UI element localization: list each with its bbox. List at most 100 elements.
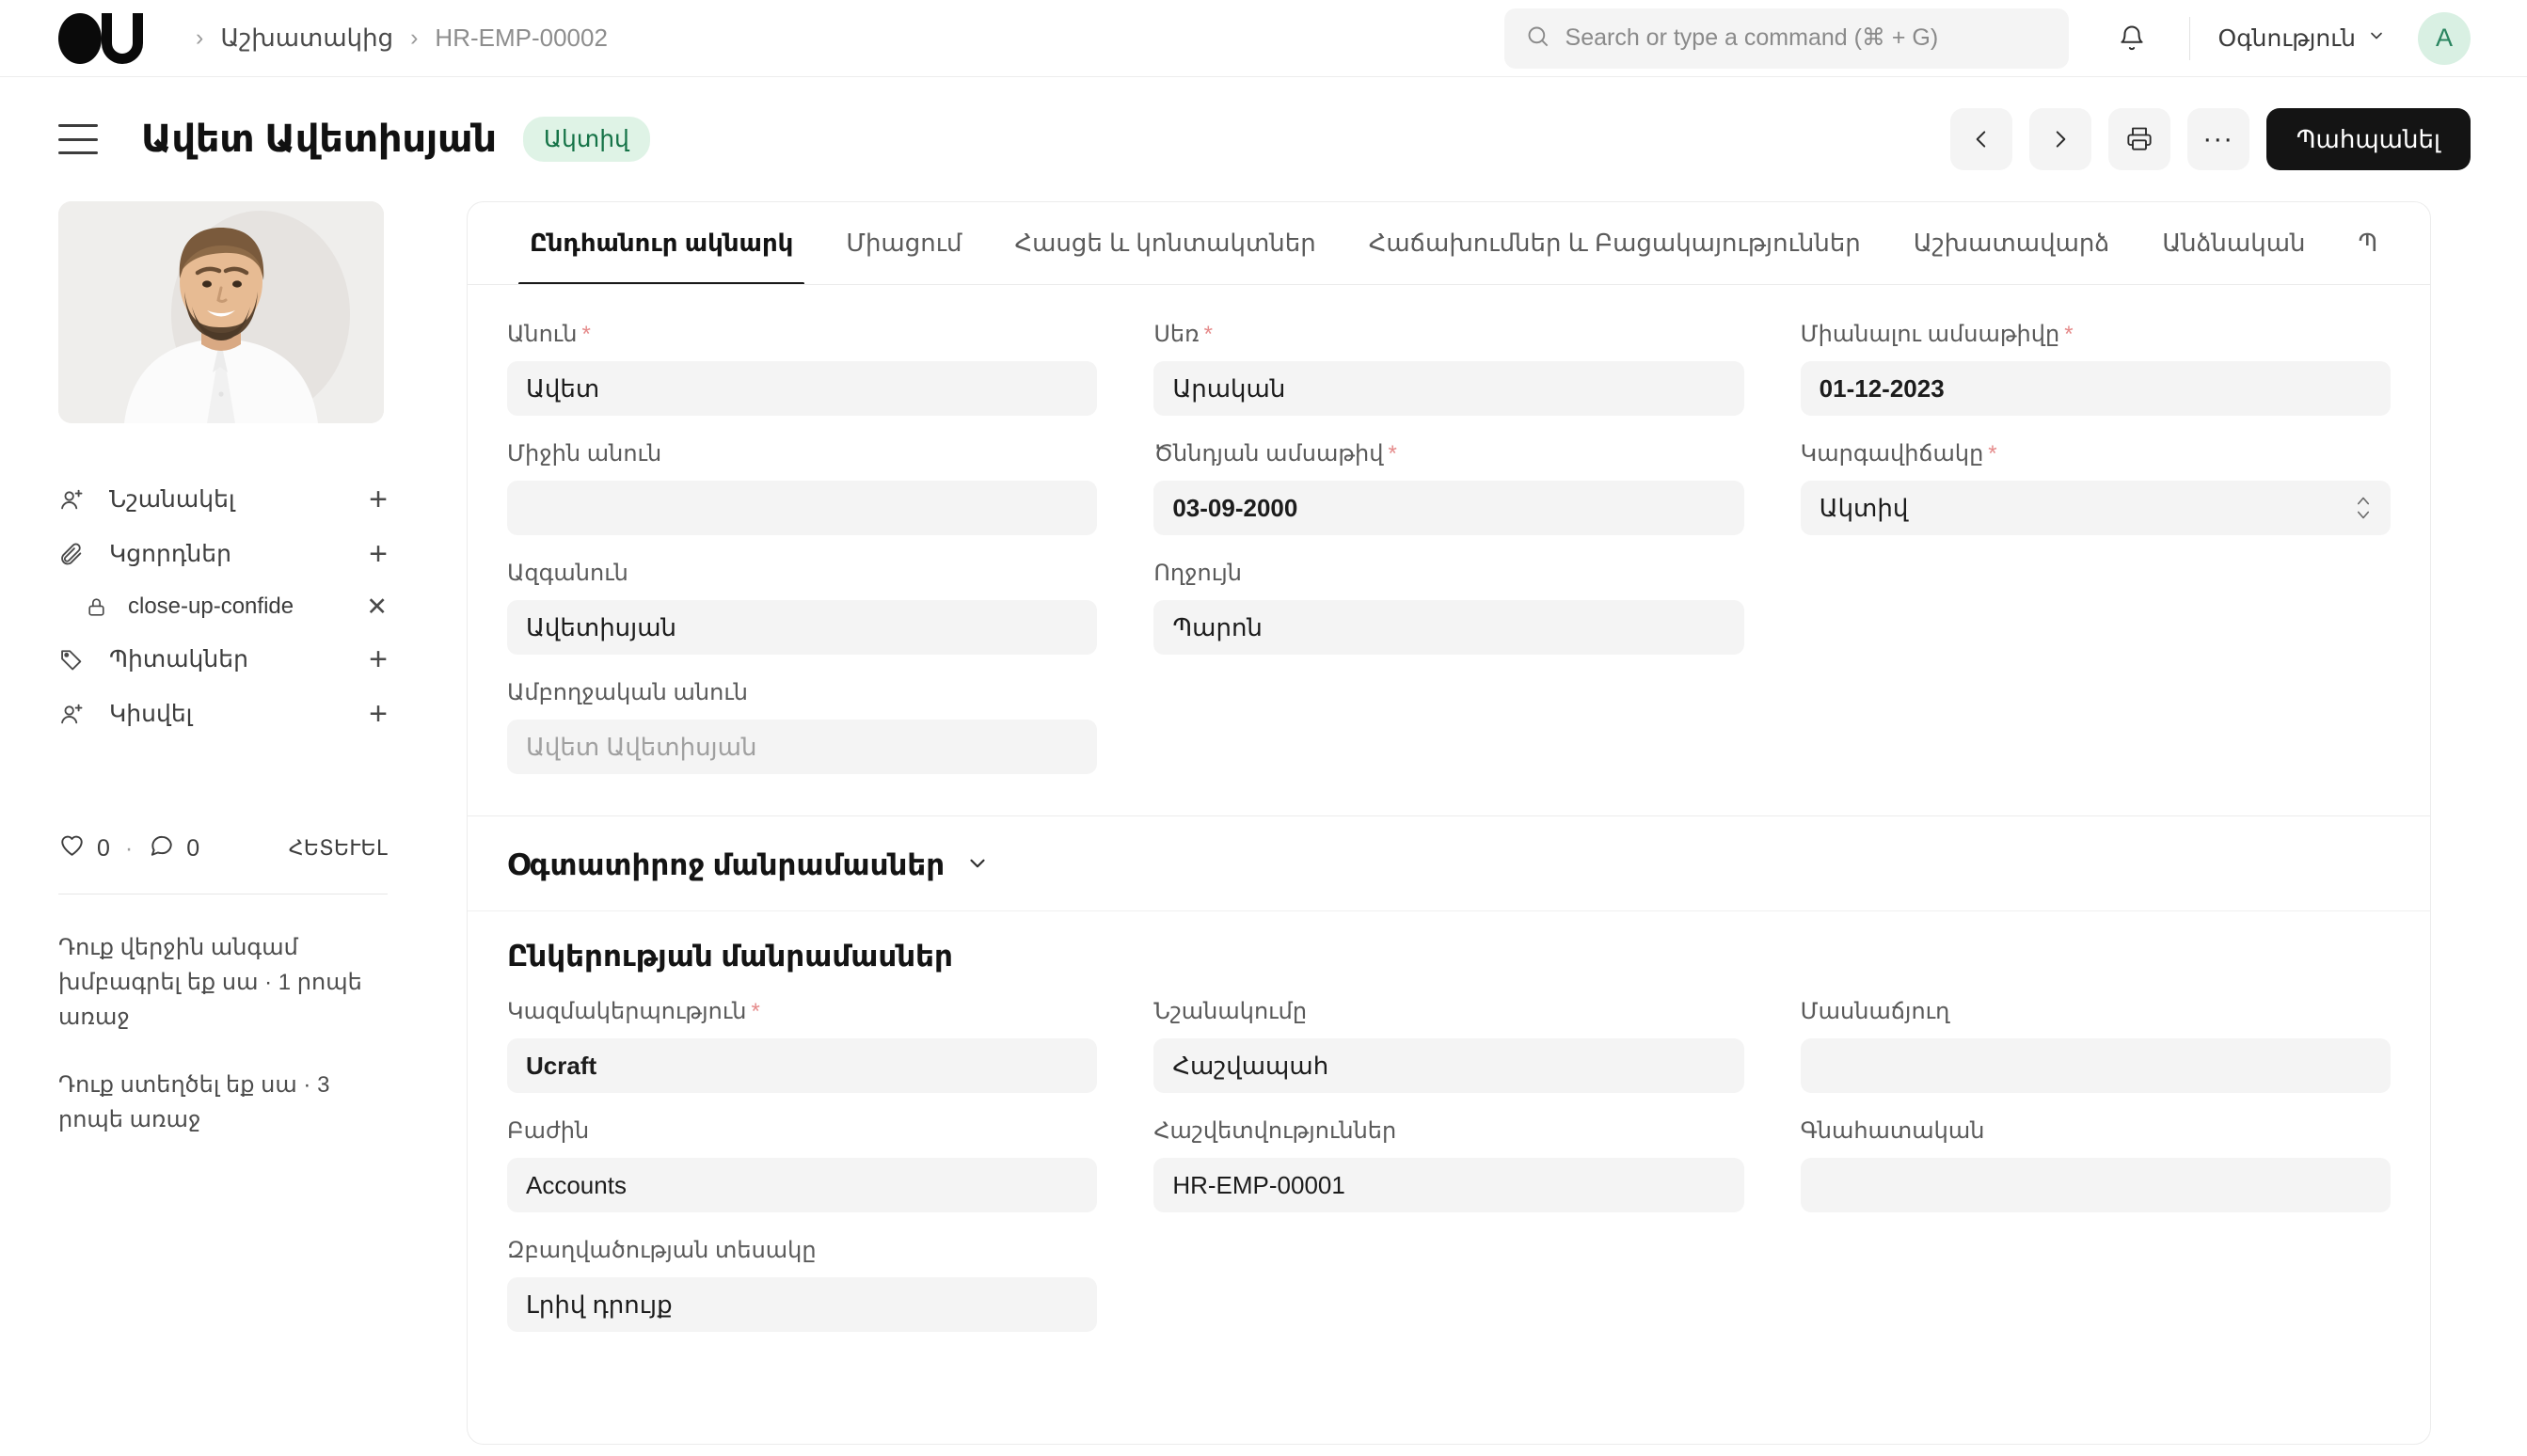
sidebar-item-attachments-label: Կցորդներ: [109, 541, 231, 567]
sidebar-item-share[interactable]: Կիսվել +: [58, 687, 388, 741]
avatar-initial: A: [2435, 24, 2453, 52]
lock-icon: [85, 595, 117, 619]
tab-personal[interactable]: Անձնական: [2136, 202, 2331, 284]
field-last-name-input[interactable]: Ավետիսյան: [507, 600, 1098, 655]
field-birth-date: Ծննդյան ամսաթիվ * 03-09-2000: [1153, 440, 1744, 535]
field-reports-to-label: Հաշվետվություններ: [1153, 1118, 1397, 1144]
field-first-name-label: Անուն *: [507, 322, 591, 347]
tab-overview[interactable]: Ընդհանուր ակնարկ: [503, 202, 819, 284]
page-actions: ··· Պահպանել: [1949, 108, 2471, 170]
add-share-button[interactable]: +: [369, 698, 388, 730]
field-joining-date-label: Միանալու ամսաթիվը *: [1800, 322, 2074, 347]
chevron-updown-icon: [2355, 496, 2372, 520]
chevron-down-icon[interactable]: [965, 851, 990, 880]
field-company-input[interactable]: Ucraft: [507, 1038, 1098, 1093]
field-gender-input[interactable]: Արական: [1153, 361, 1744, 416]
add-assign-button[interactable]: +: [369, 483, 388, 515]
field-employment-type-label: Զբաղվածության տեսակը: [507, 1238, 817, 1263]
field-designation-input[interactable]: Հաշվապահ: [1153, 1038, 1744, 1093]
field-last-name-label: Ազգանուն: [507, 561, 628, 586]
field-grade-input[interactable]: [1800, 1158, 2391, 1212]
breadcrumb-item-employee[interactable]: Աշխատակից: [220, 24, 393, 53]
add-tag-button[interactable]: +: [369, 643, 388, 675]
tab-address-contacts[interactable]: Հասցե և կոնտակտներ: [988, 202, 1342, 284]
ucraft-logo[interactable]: [58, 12, 143, 64]
ellipsis-icon: ···: [2202, 123, 2234, 154]
tab-overflow[interactable]: Պ: [2332, 202, 2405, 284]
breadcrumb-separator-icon: ›: [410, 24, 419, 51]
user-avatar[interactable]: A: [2418, 11, 2471, 65]
field-department-label: Բաժին: [507, 1118, 590, 1144]
tab-attendance-leaves[interactable]: Հաճախումներ և Բացակայություններ: [1343, 202, 1887, 284]
save-button[interactable]: Պահպանել: [2265, 108, 2471, 170]
required-marker: *: [1203, 322, 1214, 347]
section-company-details-title: Ընկերության մանրամասներ: [507, 940, 953, 973]
attachment-item[interactable]: close-up-confide ✕: [85, 581, 388, 632]
field-salutation-label: Ողջույն: [1153, 561, 1242, 586]
tab-salary[interactable]: Աշխատավարձ: [1887, 202, 2136, 284]
prev-button[interactable]: [1949, 108, 2012, 170]
field-full-name-input[interactable]: Ավետ Ավետիսյան: [507, 720, 1098, 774]
navbar-divider: [2188, 16, 2190, 60]
follow-button[interactable]: ՀԵՏԵՒԵԼ: [289, 836, 388, 861]
search-box[interactable]: [1503, 8, 2069, 69]
field-grade: Գնահատական: [1800, 1117, 2391, 1212]
required-marker: *: [751, 999, 760, 1024]
bell-icon[interactable]: [2103, 9, 2161, 68]
overview-field-grid: Անուն * Ավետ Սեռ * Արական Միանալու ամսաթիվ…: [507, 321, 2391, 799]
add-attachment-button[interactable]: +: [369, 538, 388, 570]
field-birth-date-input[interactable]: 03-09-2000: [1153, 481, 1744, 535]
sidebar-actions: Նշանակել + Կցորդներ + close-up-confide ✕…: [58, 472, 388, 741]
breadcrumb-separator-icon: ›: [196, 24, 204, 51]
field-company-label: Կազմակերպություն *: [507, 999, 760, 1024]
last-edited-text: Դուք վերջին անգամ խմբագրել եք սա · 1 րոպ…: [58, 935, 362, 1031]
field-employment-type-input[interactable]: Լրիվ դրույք: [507, 1277, 1098, 1332]
printer-icon: [2126, 125, 2153, 154]
field-branch-input[interactable]: [1800, 1038, 2391, 1093]
search-input[interactable]: [1565, 24, 2048, 52]
section-user-details-title: Օգտատիրոջ մանրամասներ: [507, 848, 946, 881]
top-navbar: › Աշխատակից › HR-EMP-00002 Օգնություն: [0, 0, 2527, 77]
employee-photo[interactable]: [58, 201, 384, 423]
sidebar-item-assign[interactable]: Նշանակել +: [58, 472, 388, 527]
field-status-value: Ակտիվ: [1819, 493, 1909, 522]
required-marker: *: [581, 322, 591, 347]
field-status: Կարգավիճակը * Ակտիվ: [1800, 440, 2391, 535]
field-first-name-input[interactable]: Ավետ: [507, 361, 1098, 416]
field-reports-to-input[interactable]: HR-EMP-00001: [1153, 1158, 1744, 1212]
remove-attachment-icon[interactable]: ✕: [366, 593, 388, 622]
heart-icon[interactable]: [58, 831, 86, 865]
field-reports-to: Հաշվետվություններ HR-EMP-00001: [1153, 1117, 1744, 1212]
print-button[interactable]: [2107, 108, 2170, 170]
attachment-name: close-up-confide: [128, 593, 294, 619]
next-button[interactable]: [2028, 108, 2091, 170]
field-middle-name-input[interactable]: [507, 481, 1098, 535]
sidebar-item-attachments[interactable]: Կցորդներ +: [58, 527, 388, 581]
sidebar-toggle-icon[interactable]: [58, 124, 98, 154]
sidebar-item-tags-label: Պիտակներ: [109, 646, 248, 673]
help-menu[interactable]: Օգնություն: [2218, 24, 2386, 53]
field-department-input[interactable]: Accounts: [507, 1158, 1098, 1212]
field-grade-label: Գնահատական: [1800, 1118, 1985, 1144]
field-status-select[interactable]: Ակտիվ: [1800, 481, 2391, 535]
tag-icon: [58, 646, 94, 673]
sidebar-item-share-label: Կիսվել: [109, 701, 193, 727]
comment-icon[interactable]: [148, 831, 175, 865]
field-joining-date-input[interactable]: 01-12-2023: [1800, 361, 2391, 416]
field-salutation: Ողջույն Պարոն: [1153, 560, 1744, 655]
employee-photo-illustration: [58, 201, 384, 423]
user-plus-icon: [58, 486, 94, 513]
created-text: Դուք ստեղծել եք սա · 3 րոպե առաջ: [58, 1071, 330, 1132]
more-menu-button[interactable]: ···: [2186, 108, 2249, 170]
required-marker: *: [2064, 322, 2074, 347]
field-birth-date-label: Ծննդյան ամսաթիվ *: [1153, 441, 1397, 467]
field-first-name: Անուն * Ավետ: [507, 321, 1098, 416]
field-salutation-input[interactable]: Պարոն: [1153, 600, 1744, 655]
field-status-label: Կարգավիճակը *: [1800, 441, 1997, 467]
status-badge: Ակտիվ: [522, 117, 650, 162]
tab-connections[interactable]: Միացում: [819, 202, 988, 284]
breadcrumb: › Աշխատակից › HR-EMP-00002: [179, 24, 608, 53]
section-user-details[interactable]: Օգտատիրոջ մանրամասներ: [468, 815, 2430, 910]
help-menu-label: Օգնություն: [2217, 24, 2356, 52]
sidebar-item-tags[interactable]: Պիտակներ +: [58, 632, 388, 687]
